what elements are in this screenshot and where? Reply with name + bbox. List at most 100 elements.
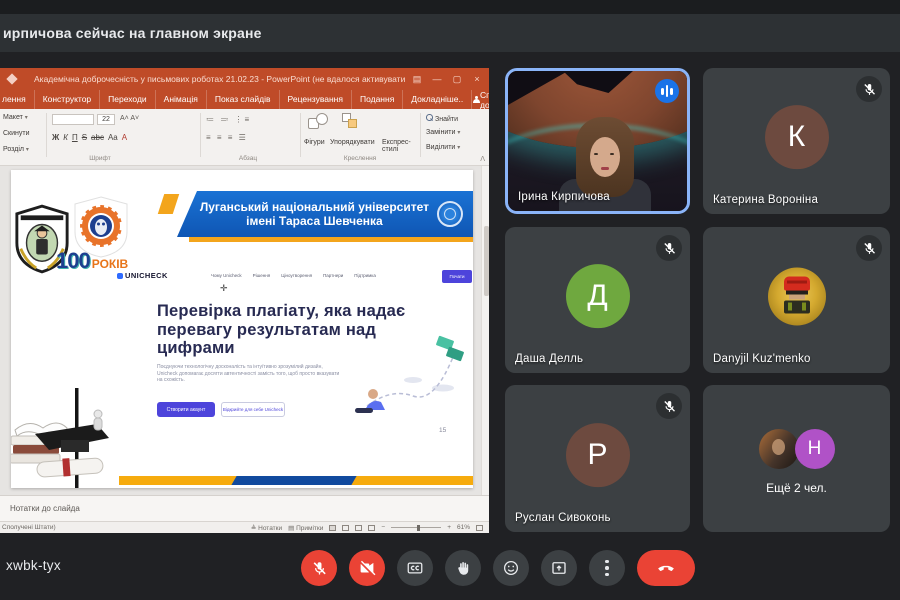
language-indicator[interactable]: Сполучені Штати) xyxy=(2,524,56,531)
case-icon: Aa xyxy=(108,133,118,142)
font-color-icon: A xyxy=(122,133,127,142)
font-format-buttons[interactable]: ЖКПSabcAaA xyxy=(52,133,131,142)
nav-item[interactable]: Ціноутворення xyxy=(281,273,312,278)
slide-footer-stripe xyxy=(119,476,473,485)
tab-design[interactable]: Конструктор xyxy=(35,90,100,109)
paragraph-group-label: Абзац xyxy=(218,155,278,162)
arrange-button[interactable]: Упорядкувати xyxy=(330,139,375,146)
close-icon[interactable]: × xyxy=(467,68,487,90)
screen-share-powerpoint: Академічна доброчесність у письмових роб… xyxy=(0,68,489,533)
find-button[interactable]: Знайти xyxy=(426,114,458,123)
drawing-group-label: Креслення xyxy=(330,155,390,162)
reading-view-icon[interactable] xyxy=(355,525,362,531)
fit-to-window-icon[interactable] xyxy=(476,525,483,531)
zoom-in-icon[interactable]: + xyxy=(447,524,451,531)
shadow-icon: S xyxy=(82,133,87,142)
banner-accent-shape xyxy=(158,194,179,214)
font-size-input[interactable]: 22 xyxy=(97,114,115,125)
call-controls xyxy=(301,550,695,586)
comments-toggle[interactable]: ▤ Примітки xyxy=(288,524,323,532)
strikethrough-icon: abc xyxy=(91,133,104,142)
notes-pane[interactable]: Нотатки до слайда xyxy=(0,495,489,521)
slide-page-number: 15 xyxy=(439,427,446,434)
tab-animations[interactable]: Анімація xyxy=(156,90,207,109)
anniversary-number: 100 xyxy=(56,248,90,274)
mic-mute-button[interactable] xyxy=(301,550,337,586)
unicheck-nav: Чому Unicheck Рішення Ціноутворення Парт… xyxy=(211,273,376,278)
nav-item[interactable]: Рішення xyxy=(253,273,271,278)
reset-button[interactable]: Скинути xyxy=(3,130,30,137)
quick-styles-button[interactable]: Експрес-стилі xyxy=(382,139,416,153)
tab-review[interactable]: Рецензування xyxy=(280,90,352,109)
participant-tile[interactable]: Д Даша Делль xyxy=(505,227,690,373)
bold-icon: Ж xyxy=(52,133,59,142)
notes-placeholder: Нотатки до слайда xyxy=(10,504,80,513)
participant-name: Катерина Вороніна xyxy=(713,194,818,206)
layout-button[interactable]: Макет ▾ xyxy=(3,114,28,121)
replace-button[interactable]: Замінити ▾ xyxy=(426,129,460,136)
collapse-ribbon-icon[interactable]: ᐱ xyxy=(480,155,485,163)
align-icons[interactable]: ≡ ≡ ≡ ☰ xyxy=(206,133,248,142)
normal-view-icon[interactable] xyxy=(329,525,336,531)
participant-tile-speaking[interactable]: Ірина Кирпичова xyxy=(505,68,690,214)
avatar: Н xyxy=(795,429,835,469)
sorter-view-icon[interactable] xyxy=(342,525,349,531)
tab-transitions[interactable]: Переходи xyxy=(100,90,156,109)
minimize-icon[interactable]: — xyxy=(427,68,447,90)
participant-name: Даша Делль xyxy=(515,353,583,365)
nav-item[interactable]: Партнери xyxy=(323,273,343,278)
slide: 100 РОКІВ Луганський національний універ… xyxy=(11,170,473,488)
share-button[interactable]: Спільний доступ xyxy=(472,90,489,110)
nav-item[interactable]: Чому Unicheck xyxy=(211,273,242,278)
present-button[interactable] xyxy=(541,550,577,586)
section-button[interactable]: Розділ ▾ xyxy=(3,146,29,153)
maximize-icon[interactable]: ▢ xyxy=(447,68,467,90)
ppt-title-bar: Академічна доброчесність у письмових роб… xyxy=(0,68,489,90)
banner-underline xyxy=(189,237,473,242)
top-strip xyxy=(0,0,900,14)
zoom-level[interactable]: 61% xyxy=(457,524,470,531)
captions-button[interactable] xyxy=(397,550,433,586)
quick-access-icon xyxy=(6,73,17,84)
ppt-ribbon: Макет ▾ Скинути Розділ ▾ 22 A˄ A˅ ЖКПSab… xyxy=(0,109,489,166)
mic-off-icon xyxy=(856,235,882,261)
end-call-button[interactable] xyxy=(637,550,695,586)
camera-off-button[interactable] xyxy=(349,550,385,586)
footer-stripe-blue xyxy=(231,476,356,485)
participant-tile[interactable]: Danyjil Kuz'menko xyxy=(703,227,890,373)
bullets-numbering-icons[interactable]: ≔ ≕ ⋮≡ xyxy=(206,115,251,124)
discover-unicheck-button[interactable]: Відкрийте для себе Unicheck xyxy=(221,402,285,417)
slide-scrollbar[interactable] xyxy=(481,166,489,495)
shapes-button[interactable]: Фігури xyxy=(304,139,325,146)
overflow-tile[interactable]: Н Ещё 2 чел. xyxy=(703,385,890,532)
tab-slideshow[interactable]: Показ слайдів xyxy=(207,90,280,109)
grow-shrink-font-icons[interactable]: A˄ A˅ xyxy=(120,115,139,122)
meet-window: ирпичова сейчас на главном экране Академ… xyxy=(0,0,900,600)
start-button[interactable]: Почати xyxy=(442,270,472,283)
university-name: Луганський національний університет імен… xyxy=(200,200,429,228)
participant-tile[interactable]: К Катерина Вороніна xyxy=(703,68,890,214)
more-options-button[interactable] xyxy=(589,550,625,586)
tab-insert-partial[interactable]: лення xyxy=(0,90,35,109)
font-name-input[interactable] xyxy=(52,114,94,125)
meeting-code: xwbk-tyx xyxy=(6,558,61,573)
unicheck-logo: UNICHECK xyxy=(117,271,168,280)
raise-hand-button[interactable] xyxy=(445,550,481,586)
photo-avatar xyxy=(759,429,799,469)
nav-item[interactable]: Підтримка xyxy=(354,273,376,278)
tab-view[interactable]: Подання xyxy=(352,90,403,109)
tab-tell-me[interactable]: Докладніше.. xyxy=(403,90,472,109)
zoom-out-icon[interactable]: − xyxy=(381,524,385,531)
ribbon-options-icon[interactable]: ▤ xyxy=(407,68,427,90)
participant-tile[interactable]: Р Руслан Сивоконь xyxy=(505,385,690,532)
notes-toggle[interactable]: ≜ Нотатки xyxy=(251,524,282,532)
slideshow-view-icon[interactable] xyxy=(368,525,375,531)
overflow-avatars: Н xyxy=(759,429,835,469)
reactions-button[interactable] xyxy=(493,550,529,586)
participant-name: Ірина Кирпичова xyxy=(518,191,610,203)
create-account-button[interactable]: Створити акаунт xyxy=(157,402,215,417)
anniversary-word: РОКІВ xyxy=(92,257,129,271)
zoom-slider[interactable] xyxy=(391,527,441,528)
mic-off-icon xyxy=(656,235,682,261)
select-button[interactable]: Виділити ▾ xyxy=(426,144,460,151)
